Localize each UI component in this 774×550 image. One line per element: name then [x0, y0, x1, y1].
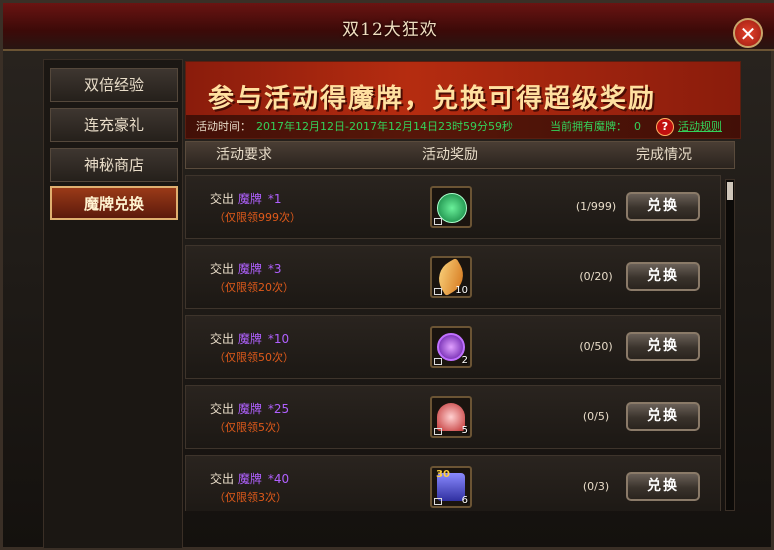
table-row: 交出 魔牌 *25 （仅限领5次） 5 (0/5) 兑换	[185, 385, 721, 449]
reward-slot[interactable]: 5	[430, 396, 472, 438]
card-name: 魔牌	[237, 262, 262, 276]
exchange-button[interactable]: 兑换	[626, 332, 700, 361]
owned-cards-value: 0	[634, 120, 641, 133]
banner-slogan: 参与活动得魔牌，兑换可得超级奖励	[208, 84, 657, 114]
hand-in-text: 交出	[210, 472, 235, 486]
reward-slot[interactable]: 10	[430, 256, 472, 298]
rules-link[interactable]: 活动规则	[678, 115, 722, 138]
reward-slot[interactable]: 2	[430, 326, 472, 368]
table-row: 交出 魔牌 *1 （仅限领999次） (1/999) 兑换	[185, 175, 721, 239]
card-name: 魔牌	[237, 332, 262, 346]
limit-text: （仅限领999次）	[214, 211, 301, 224]
event-window: 双12大狂欢 ✕ 双倍经验 连充豪礼 神秘商店 魔牌兑换 参与活动得魔牌，兑换可…	[0, 0, 774, 550]
banner-info-bar: 活动时间： 2017年12月12日-2017年12月14日23时59分59秒 当…	[186, 115, 740, 138]
limit-text: （仅限领3次）	[214, 491, 287, 504]
reward-list: 交出 魔牌 *1 （仅限领999次） (1/999) 兑换 交出 魔牌 *3 （仅限…	[185, 171, 721, 511]
close-button[interactable]: ✕	[733, 18, 763, 48]
col-header-status: 完成情况	[636, 147, 692, 163]
hand-in-text: 交出	[210, 402, 235, 416]
col-header-reward: 活动奖励	[422, 147, 478, 163]
hand-in-text: 交出	[210, 192, 235, 206]
event-time-label: 活动时间：	[196, 120, 251, 133]
hand-in-text: 交出	[210, 332, 235, 346]
sidebar-item-mystery-shop[interactable]: 神秘商店	[50, 148, 178, 182]
event-banner: 参与活动得魔牌，兑换可得超级奖励 活动时间： 2017年12月12日-2017年…	[185, 61, 741, 139]
reward-slot[interactable]	[430, 186, 472, 228]
card-qty: *10	[267, 332, 290, 346]
progress-text: (0/5)	[582, 410, 610, 423]
lock-icon	[434, 358, 442, 365]
progress-text: (1/999)	[575, 200, 617, 213]
reward-badge: 30	[436, 469, 450, 480]
progress-text: (0/50)	[579, 340, 613, 353]
hand-in-text: 交出	[210, 262, 235, 276]
exchange-button[interactable]: 兑换	[626, 262, 700, 291]
table-header: 活动要求 活动奖励 完成情况	[185, 141, 735, 169]
card-qty: *40	[267, 472, 290, 486]
progress-text: (0/20)	[579, 270, 613, 283]
card-qty: *3	[267, 262, 282, 276]
reward-count: 5	[461, 425, 468, 436]
owned-cards-label: 当前拥有魔牌：	[550, 120, 627, 133]
sidebar: 双倍经验 连充豪礼 神秘商店 魔牌兑换	[43, 59, 183, 549]
event-time-value: 2017年12月12日-2017年12月14日23时59分59秒	[256, 120, 513, 133]
lock-icon	[434, 218, 442, 225]
limit-text: （仅限领5次）	[214, 421, 287, 434]
reward-slot[interactable]: 30 6	[430, 466, 472, 508]
window-title: 双12大狂欢	[342, 20, 438, 40]
list-scrollbar[interactable]	[725, 179, 735, 511]
limit-text: （仅限领20次）	[214, 281, 294, 294]
exchange-button[interactable]: 兑换	[626, 192, 700, 221]
lock-icon	[434, 498, 442, 505]
card-name: 魔牌	[237, 402, 262, 416]
reward-count: 10	[455, 285, 468, 296]
help-icon[interactable]: ?	[656, 118, 674, 136]
lock-icon	[434, 428, 442, 435]
progress-text: (0/3)	[582, 480, 610, 493]
col-header-requirement: 活动要求	[216, 147, 272, 163]
table-row: 交出 魔牌 *40 （仅限领3次） 30 6 (0/3) 兑换	[185, 455, 721, 511]
lock-icon	[434, 288, 442, 295]
card-qty: *25	[267, 402, 290, 416]
table-row: 交出 魔牌 *10 （仅限领50次） 2 (0/50) 兑换	[185, 315, 721, 379]
limit-text: （仅限领50次）	[214, 351, 294, 364]
exchange-button[interactable]: 兑换	[626, 472, 700, 501]
card-qty: *1	[267, 192, 282, 206]
scrollbar-thumb[interactable]	[727, 182, 733, 200]
reward-count: 6	[461, 495, 468, 506]
sidebar-item-card-exchange[interactable]: 魔牌兑换	[50, 186, 178, 220]
reward-count: 2	[461, 355, 468, 366]
table-row: 交出 魔牌 *3 （仅限领20次） 10 (0/20) 兑换	[185, 245, 721, 309]
card-name: 魔牌	[237, 472, 262, 486]
sidebar-item-double-exp[interactable]: 双倍经验	[50, 68, 178, 102]
card-name: 魔牌	[237, 192, 262, 206]
sidebar-item-recharge-gift[interactable]: 连充豪礼	[50, 108, 178, 142]
title-bar: 双12大狂欢	[3, 3, 774, 51]
exchange-button[interactable]: 兑换	[626, 402, 700, 431]
